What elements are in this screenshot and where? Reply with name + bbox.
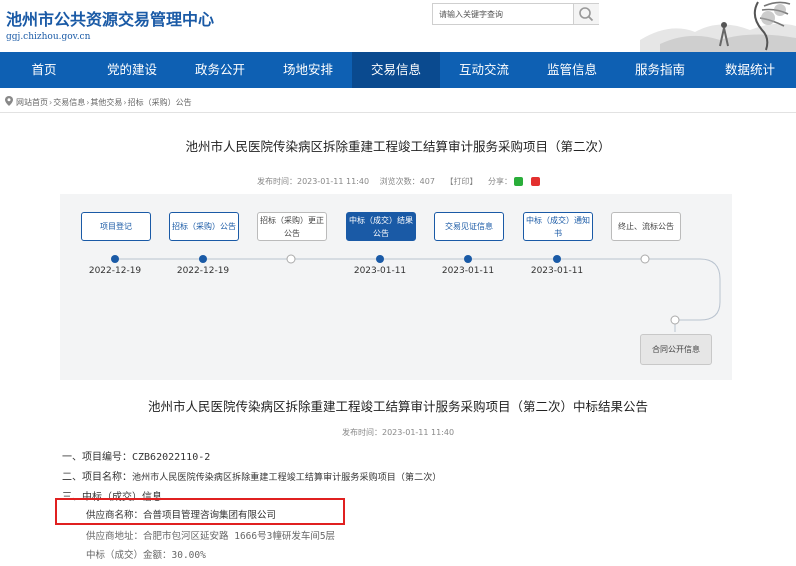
step-award-result[interactable]: 中标（成交）结果公告 (346, 212, 416, 241)
step-date: 2022-12-19 (176, 266, 230, 276)
site-title[interactable]: 池州市公共资源交易管理中心 (6, 6, 214, 30)
breadcrumb-tender-notice[interactable]: 招标（采购）公告 (128, 98, 192, 107)
timeline-dot (553, 255, 561, 263)
nav-item-trade-info[interactable]: 交易信息 (352, 52, 440, 88)
step-termination-notice[interactable]: 终止、流标公告 (611, 212, 681, 241)
step-date: 2023-01-11 (353, 266, 407, 276)
breadcrumb-separator: › (123, 98, 127, 107)
print-button[interactable]: 【打印】 (445, 177, 477, 186)
view-count: 浏览次数：407 (379, 177, 435, 186)
breadcrumb-other-trade[interactable]: 其他交易 (90, 98, 122, 107)
nav-item-venue[interactable]: 场地安排 (264, 52, 352, 88)
ink-painting-banner (600, 0, 796, 52)
search-input[interactable] (433, 4, 571, 24)
timeline-dot (376, 255, 384, 263)
nav-item-interaction[interactable]: 互动交流 (440, 52, 528, 88)
site-url[interactable]: ggj.chizhou.gov.cn (6, 32, 90, 42)
project-name-value: 池州市人民医院传染病区拆除重建工程竣工结算审计服务采购项目（第二次） (132, 473, 442, 483)
step-project-registration[interactable]: 项目登记 (81, 212, 151, 241)
red-highlight-box (55, 498, 345, 525)
breadcrumb-separator: › (49, 98, 53, 107)
article-meta: 发布时间：2023-01-11 11:40 浏览次数：407 【打印】 分享： (257, 176, 548, 187)
timeline-dot (286, 254, 296, 264)
step-date: 2023-01-11 (530, 266, 584, 276)
step-award-notice[interactable]: 中标（成交）通知书 (523, 212, 593, 241)
contract-info-button[interactable]: 合同公开信息 (640, 334, 712, 365)
timeline-dot (111, 255, 119, 263)
wechat-share-icon[interactable] (514, 177, 524, 186)
step-date: 2023-01-11 (441, 266, 495, 276)
timeline-dot (199, 255, 207, 263)
nav-item-service-guide[interactable]: 服务指南 (616, 52, 704, 88)
project-name-label: 二、项目名称： (62, 472, 132, 483)
breadcrumb-separator: › (86, 98, 90, 107)
project-number-label: 一、项目编号： (62, 452, 132, 463)
bid-amount: 中标（成交）金额：30.00% (86, 550, 206, 561)
result-publish-time: 发布时间：2023-01-11 11:40 (342, 428, 455, 437)
breadcrumb-trade-info[interactable]: 交易信息 (53, 98, 85, 107)
site-header: 池州市公共资源交易管理中心 ggj.chizhou.gov.cn (0, 0, 796, 52)
result-title: 池州市人民医院传染病区拆除重建工程竣工结算审计服务采购项目（第二次）中标结果公告 (147, 399, 648, 414)
search-icon (579, 7, 594, 22)
step-tender-notice[interactable]: 招标（采购）公告 (169, 212, 239, 241)
project-number-value: CZB62022110-2 (132, 452, 211, 463)
location-pin-icon (5, 96, 13, 106)
breadcrumb: 网站首页›交易信息›其他交易›招标（采购）公告 (0, 92, 796, 113)
timeline-dot (640, 254, 650, 264)
project-number-line: 一、项目编号：CZB62022110-2 (62, 448, 210, 463)
nav-item-statistics[interactable]: 数据统计 (704, 52, 796, 88)
nav-item-government-affairs[interactable]: 政务公开 (176, 52, 264, 88)
article-title: 池州市人民医院传染病区拆除重建工程竣工结算审计服务采购项目（第二次） (185, 139, 611, 154)
step-date: 2022-12-19 (88, 266, 142, 276)
process-timeline: 项目登记 招标（采购）公告 招标（采购）更正公告 中标（成交）结果公告 交易见证… (60, 194, 732, 380)
publish-time: 发布时间：2023-01-11 11:40 (257, 177, 370, 186)
nav-item-supervision[interactable]: 监管信息 (528, 52, 616, 88)
project-name-line: 二、项目名称：池州市人民医院传染病区拆除重建工程竣工结算审计服务采购项目（第二次… (62, 468, 441, 483)
main-nav: 首页 党的建设 政务公开 场地安排 交易信息 互动交流 监管信息 服务指南 数据… (0, 52, 796, 88)
nav-item-home[interactable]: 首页 (0, 52, 88, 88)
nav-item-party-building[interactable]: 党的建设 (88, 52, 176, 88)
breadcrumb-home[interactable]: 网站首页 (16, 98, 48, 107)
step-witness-info[interactable]: 交易见证信息 (434, 212, 504, 241)
timeline-dot (464, 255, 472, 263)
share-label: 分享： (488, 177, 513, 186)
weibo-share-icon[interactable] (531, 177, 541, 186)
timeline-dot (670, 315, 680, 325)
supplier-address: 供应商地址：合肥市包河区延安路 1666号3幢研发车间5层 (86, 531, 336, 542)
step-tender-correction[interactable]: 招标（采购）更正公告 (257, 212, 327, 241)
search-button[interactable] (573, 4, 599, 24)
search-box (432, 3, 599, 25)
